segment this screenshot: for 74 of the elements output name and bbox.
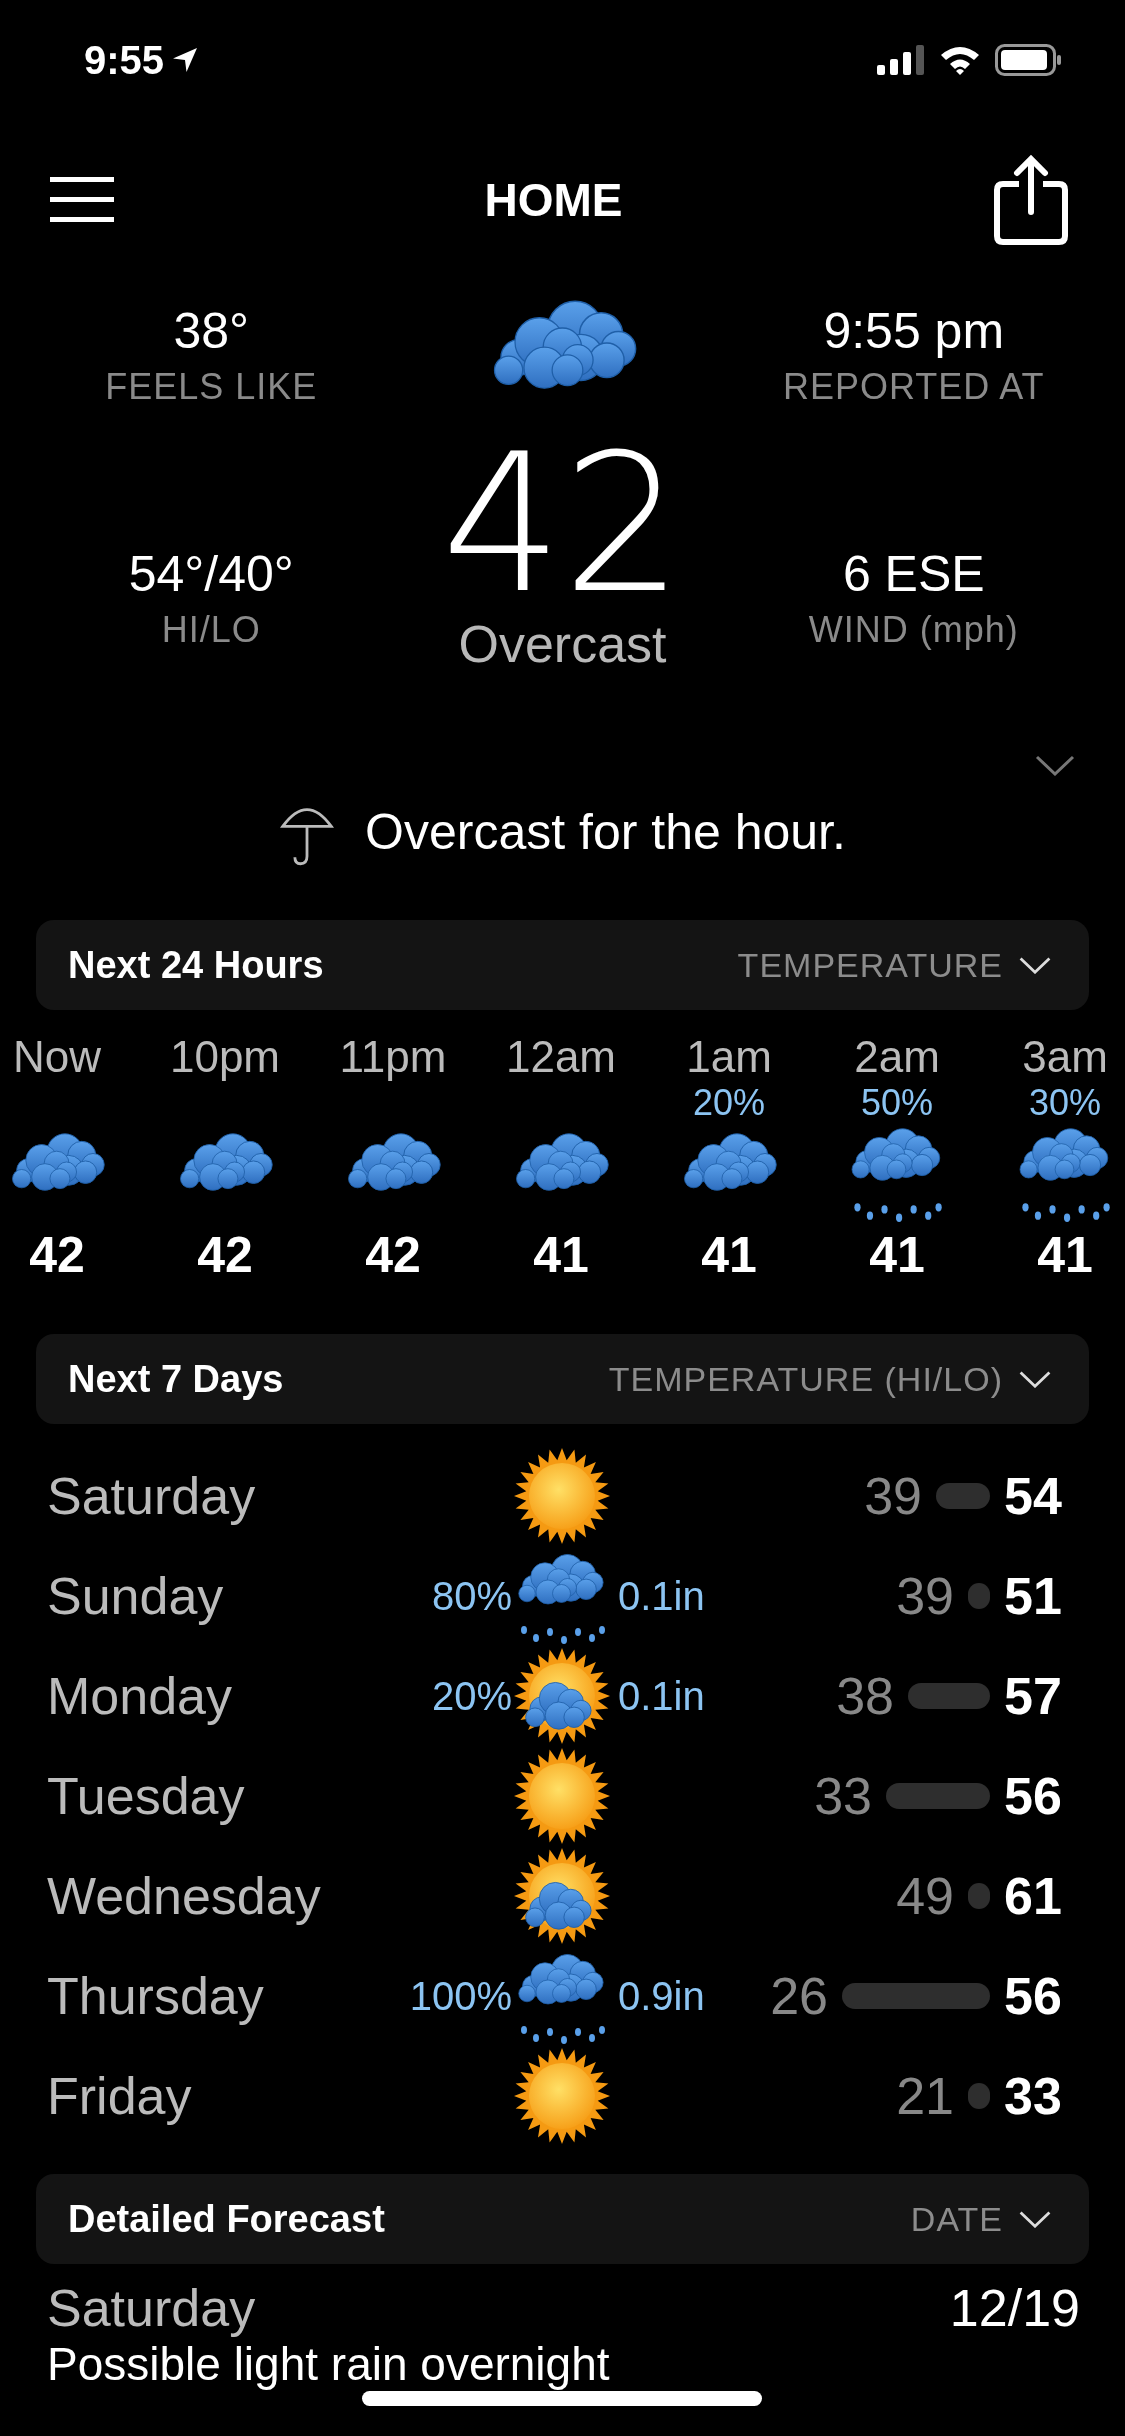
- hi-lo-label: HI/LO: [161, 609, 261, 651]
- forecast-day: Saturday: [47, 2278, 256, 2338]
- high-temperature: 56: [1004, 1966, 1063, 2026]
- range-bar: [968, 1583, 990, 1609]
- precip-chance: 50%: [860, 1082, 934, 1123]
- high-temperature: 54: [1004, 1466, 1063, 1526]
- day-name: Tuesday: [47, 1766, 246, 1826]
- high-temperature: 33: [1004, 2066, 1063, 2126]
- low-temperature: 26: [770, 1966, 828, 2026]
- hour-temperature: 41: [869, 1226, 925, 1284]
- precip-chance: 100%: [409, 1973, 512, 2018]
- menu-icon[interactable]: [50, 175, 114, 225]
- precip-chance: 20%: [692, 1082, 766, 1123]
- chevron-icon[interactable]: [1035, 754, 1075, 776]
- high-temperature: 51: [1004, 1566, 1063, 1626]
- hour-time: 3am: [1022, 1032, 1108, 1082]
- hour-temperature: 41: [701, 1226, 757, 1284]
- hour-temperature: 42: [365, 1226, 421, 1284]
- hour-temperature: 41: [1037, 1226, 1093, 1284]
- hour-time: 10pm: [169, 1032, 281, 1082]
- feels-like-value: 38°: [173, 302, 250, 360]
- high-temperature: 56: [1004, 1766, 1063, 1826]
- hour-time: 11pm: [339, 1032, 447, 1082]
- hour-temperature: 41: [533, 1226, 589, 1284]
- high-temperature: 57: [1004, 1666, 1063, 1726]
- day-name: Sunday: [47, 1566, 225, 1626]
- low-temperature: 39: [864, 1466, 922, 1526]
- hour-time: 2am: [854, 1032, 940, 1082]
- chevron-icon: [1019, 1370, 1051, 1388]
- signal-icon: [877, 45, 925, 75]
- precip-amount: 0.9in: [618, 1973, 705, 2018]
- day-name: Saturday: [47, 1466, 257, 1526]
- forecast-date: 12/19: [949, 2278, 1080, 2338]
- section-header[interactable]: Next 7 Days TEMPERATURE (HI/LO): [36, 1334, 1089, 1424]
- page-title: HOME: [484, 173, 623, 227]
- low-temperature: 38: [836, 1666, 894, 1726]
- precip-chance: 20%: [431, 1673, 512, 1718]
- low-temperature: 49: [896, 1866, 954, 1926]
- high-temperature: 61: [1004, 1866, 1063, 1926]
- precip-amount: 0.1in: [618, 1573, 705, 1618]
- wifi-icon: [939, 45, 981, 75]
- low-temperature: 33: [814, 1766, 872, 1826]
- range-bar: [968, 1883, 990, 1909]
- chevron-icon: [1019, 2210, 1051, 2228]
- reported-at-label: REPORTED AT: [782, 366, 1045, 408]
- forecast-text: Possible light rain overnight: [47, 2338, 611, 2390]
- day-name: Wednesday: [47, 1866, 322, 1926]
- low-temperature: 39: [896, 1566, 954, 1626]
- hourly-summary: Overcast for the hour.: [365, 803, 846, 861]
- hi-lo-value: 54°/40°: [128, 545, 294, 603]
- hour-time: 12am: [505, 1032, 617, 1082]
- hour-time: 1am: [686, 1032, 772, 1082]
- section-header[interactable]: Next 24 Hours TEMPERATURE: [36, 920, 1089, 1010]
- precip-amount: 0.1in: [618, 1673, 705, 1718]
- battery-icon: [995, 44, 1063, 76]
- hour-temperature: 42: [197, 1226, 253, 1284]
- reported-time-value: 9:55 pm: [823, 302, 1005, 360]
- feels-like-label: FEELS LIKE: [105, 366, 318, 408]
- hour-time: Now: [13, 1032, 101, 1082]
- share-icon[interactable]: [993, 154, 1069, 246]
- day-name: Thursday: [47, 1966, 265, 2026]
- chevron-icon: [1019, 956, 1051, 974]
- day-name: Friday: [47, 2066, 193, 2126]
- low-temperature: 21: [896, 2066, 954, 2126]
- precip-chance: 80%: [431, 1573, 512, 1618]
- range-bar: [968, 2083, 990, 2109]
- status-time: 9:55: [84, 37, 165, 83]
- section-header[interactable]: Detailed Forecast DATE: [36, 2174, 1089, 2264]
- wind-value: 6 ESE: [842, 545, 985, 603]
- range-bar: [936, 1483, 990, 1509]
- day-name: Monday: [47, 1666, 233, 1726]
- precip-chance: 30%: [1028, 1082, 1102, 1123]
- wind-label: WIND (mph): [808, 609, 1019, 651]
- hour-temperature: 42: [29, 1226, 85, 1284]
